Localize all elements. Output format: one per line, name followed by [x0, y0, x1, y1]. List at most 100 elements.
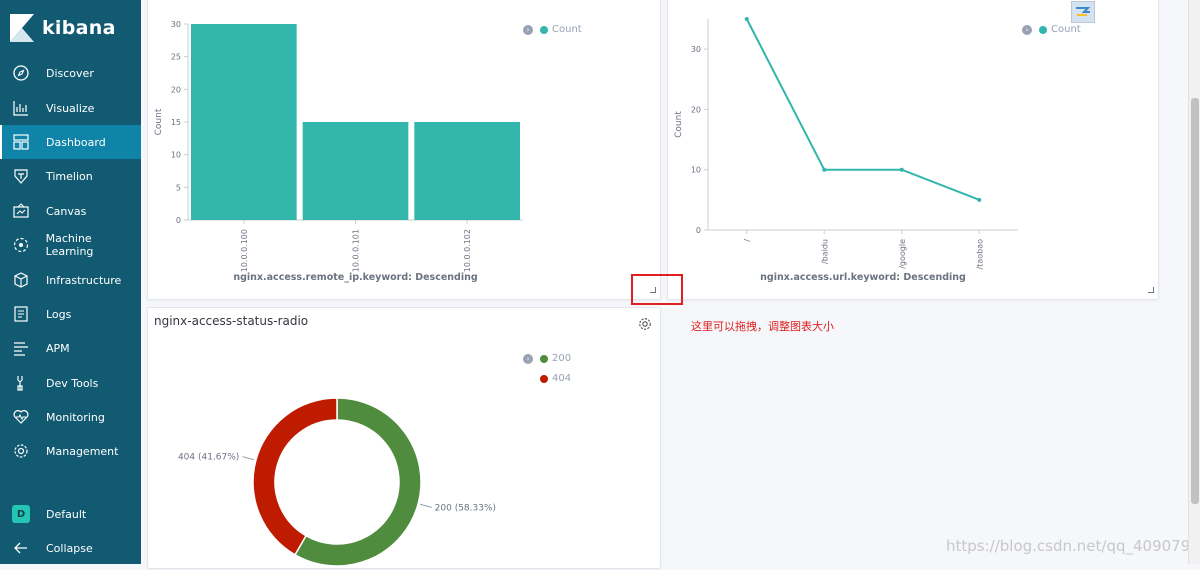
legend-label: 404	[552, 373, 572, 384]
y-tick-label: 0	[176, 216, 181, 225]
nav-label: Management	[46, 444, 119, 458]
nav-item-canvas[interactable]: Canvas	[0, 194, 141, 228]
annotation-text: 这里可以拖拽，调整图表大小	[691, 320, 834, 333]
chevron-right-icon[interactable]: ›	[523, 353, 533, 364]
x-tick-label: 10.0.0.102	[463, 229, 472, 272]
data-point	[822, 167, 827, 172]
nav-label: Timelion	[46, 169, 93, 183]
watermark: https://blog.csdn.net/qq_40907977	[946, 537, 1200, 555]
scrollbar-thumb[interactable]	[1191, 98, 1199, 504]
legend-dot	[540, 354, 548, 363]
nav-item-infrastructure[interactable]: Infrastructure	[0, 263, 141, 297]
chevron-right-icon[interactable]: ›	[1022, 24, 1032, 35]
y-tick-label: 10	[691, 166, 701, 175]
resize-handle[interactable]	[1148, 287, 1154, 293]
x-tick-label: /taobao	[975, 239, 984, 270]
nav-label: APM	[46, 341, 70, 355]
nav-item-dashboard[interactable]: Dashboard	[0, 125, 141, 159]
pie-slice	[252, 397, 338, 556]
apm-icon	[12, 339, 30, 357]
wrench-icon	[12, 374, 30, 392]
legend-dot	[540, 374, 548, 383]
y-tick-label: 25	[171, 53, 181, 62]
arrow-left-icon	[12, 539, 30, 557]
data-point	[744, 17, 749, 21]
nav-item-timelion[interactable]: Timelion	[0, 159, 141, 193]
series-line	[745, 18, 980, 201]
bar	[191, 24, 297, 220]
legend-dot	[540, 25, 548, 34]
legend-label: Count	[552, 24, 582, 35]
nav-label: Dashboard	[46, 135, 106, 149]
bar-chart: 0 5 10 15 20 25 30 Count 10.0.0.100 10.0.0.101 10.…	[154, 20, 523, 283]
timelion-icon	[12, 167, 30, 185]
annotation-highlight	[631, 274, 683, 305]
infrastructure-icon	[12, 271, 30, 289]
dashboard-area: 0 5 10 15 20 25 30 Count 10.0.0.100 10.0.0.101 10.…	[141, 0, 1200, 569]
y-tick-label: 30	[171, 20, 181, 29]
leader-line	[242, 456, 255, 461]
leader-line	[419, 503, 432, 508]
data-point	[899, 167, 904, 172]
scrollbar[interactable]	[1188, 0, 1200, 564]
y-tick-label: 20	[171, 85, 181, 94]
nav-item-visualize[interactable]: Visualize	[0, 91, 141, 125]
x-tick-label: 10.0.0.101	[352, 229, 361, 272]
y-axis-label: Count	[674, 111, 684, 138]
pie-legend-item-404[interactable]: 404	[540, 373, 571, 384]
sidebar: kibana Discover Visualize Dashboard Time…	[0, 0, 141, 564]
y-tick-label: 5	[176, 183, 181, 192]
nav-label: Monitoring	[46, 410, 105, 424]
kibana-logo-icon	[10, 14, 34, 42]
legend-dot	[1039, 25, 1047, 34]
space-label: Default	[46, 507, 87, 521]
nav-label: Visualize	[46, 101, 95, 115]
nav-label: Discover	[46, 66, 94, 80]
x-tick-label: 10.0.0.100	[240, 229, 249, 272]
x-axis-label: nginx.access.url.keyword: Descending	[760, 272, 966, 283]
pie-chart: 200 (58.33%) 404 (41.67%)	[178, 397, 496, 567]
pie-legend-item-200[interactable]: › 200	[523, 353, 571, 364]
brand-name: kibana	[42, 17, 116, 39]
brand[interactable]: kibana	[0, 0, 141, 56]
nav-item-logs[interactable]: Logs	[0, 297, 141, 331]
user-avatar-icon[interactable]	[1071, 1, 1095, 23]
nav-label: Dev Tools	[46, 376, 99, 390]
bar-chart-panel[interactable]: 0 5 10 15 20 25 30 Count 10.0.0.100 10.0.0.101 10.…	[147, 0, 661, 300]
nav-item-apm[interactable]: APM	[0, 331, 141, 365]
y-tick-label: 15	[171, 118, 181, 127]
collapse-label: Collapse	[46, 541, 93, 555]
x-tick-label: /baidu	[820, 239, 829, 264]
space-badge-wrap: D	[12, 505, 30, 523]
bar	[414, 122, 520, 220]
nav-item-dev-tools[interactable]: Dev Tools	[0, 366, 141, 400]
nav-item-discover[interactable]: Discover	[0, 56, 141, 90]
space-selector[interactable]: D Default	[0, 497, 141, 531]
nav-label: Logs	[46, 307, 72, 321]
nav-label: Machine Learning	[45, 232, 94, 258]
y-tick-label: 10	[171, 151, 181, 160]
line-legend[interactable]: › Count	[1022, 24, 1081, 35]
bar-legend[interactable]: › Count	[523, 24, 582, 35]
nav-label: Infrastructure	[46, 273, 122, 287]
x-tick-label: /google	[898, 239, 907, 269]
nav-item-monitoring[interactable]: Monitoring	[0, 400, 141, 434]
nav-item-management[interactable]: Management	[0, 434, 141, 468]
data-label: 404 (41.67%)	[178, 453, 239, 463]
nav-label: Canvas	[46, 204, 87, 218]
y-axis-label: Count	[154, 108, 164, 135]
nav-item-machine-learning[interactable]: Machine Learning	[0, 228, 141, 262]
line-chart-panel[interactable]: 0 10 20 30 Count / /baidu/google/taobao nginx.a…	[667, 0, 1159, 300]
legend-label: 200	[552, 353, 572, 364]
chevron-right-icon[interactable]: ›	[523, 24, 533, 35]
logs-icon	[12, 305, 30, 323]
y-tick-label: 30	[691, 45, 701, 54]
pie-chart-panel[interactable]: nginx-access-status-radio 200 (58.33%) 40…	[147, 307, 661, 569]
space-badge: D	[12, 505, 30, 523]
y-tick-label: 0	[696, 226, 701, 235]
collapse-button[interactable]: Collapse	[0, 531, 141, 565]
x-tick-label: /	[743, 239, 752, 242]
data-label: 200 (58.33%)	[435, 503, 496, 513]
legend-label: Count	[1051, 24, 1081, 35]
compass-icon	[12, 64, 30, 82]
